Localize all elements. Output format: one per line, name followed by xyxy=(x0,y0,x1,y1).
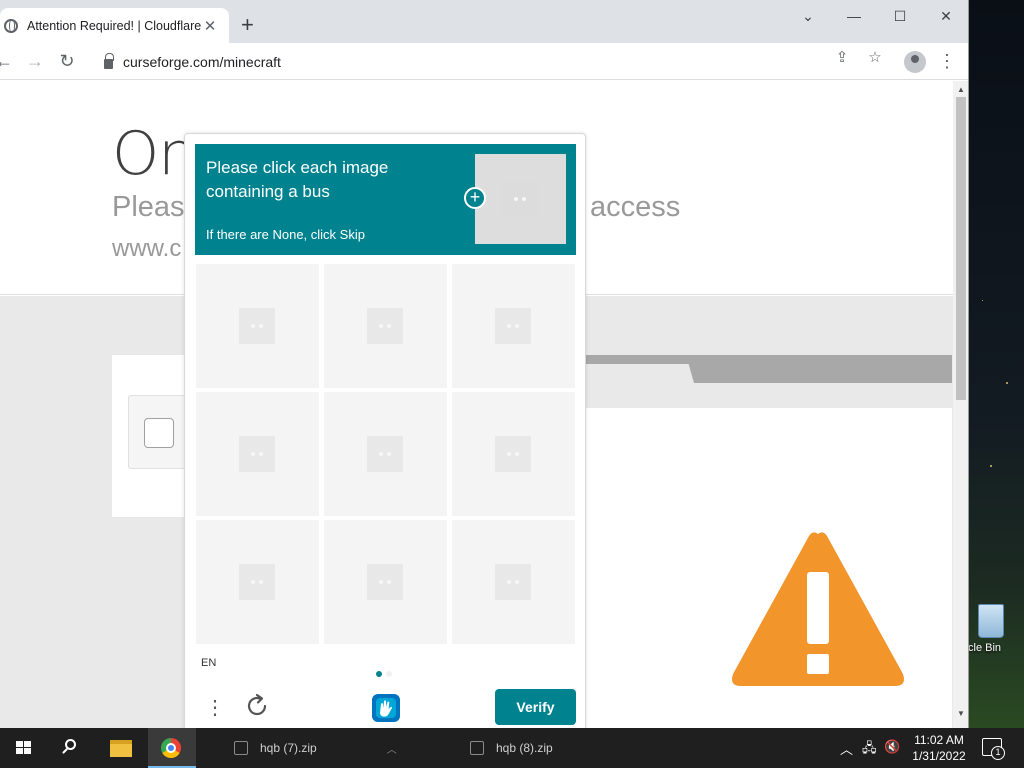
image-loading-icon xyxy=(495,436,531,472)
image-loading-icon xyxy=(239,564,275,600)
tab-close-icon[interactable]: ✕ xyxy=(203,17,217,35)
bookmark-star-icon[interactable]: ☆ xyxy=(865,48,885,68)
forward-arrow-icon[interactable]: → xyxy=(23,49,47,73)
grid-cell-9[interactable] xyxy=(452,520,575,644)
chrome-icon xyxy=(161,738,181,758)
zoom-plus-icon[interactable]: + xyxy=(464,187,486,209)
file-explorer-button[interactable] xyxy=(98,728,146,768)
chevron-up-icon[interactable]: ︿ xyxy=(387,741,397,756)
scroll-up-icon[interactable]: ▲ xyxy=(957,85,965,94)
minimize-button[interactable]: — xyxy=(831,4,877,28)
profile-avatar-icon[interactable] xyxy=(904,51,926,73)
notification-center-icon[interactable]: 1 xyxy=(982,738,1005,760)
warning-icon xyxy=(732,532,904,686)
challenge-hint: If there are None, click Skip xyxy=(206,227,365,242)
challenge-question: Please click each image containing a bus xyxy=(206,158,389,201)
page-subtitle-right: access xyxy=(590,191,681,223)
browser-toolbar: ← → ↻ curseforge.com/minecraft ⇪ ☆ ⋮ xyxy=(0,43,968,80)
human-checkbox[interactable] xyxy=(144,418,174,448)
grid-cell-8[interactable] xyxy=(324,520,447,644)
image-loading-icon xyxy=(367,436,403,472)
grid-cell-7[interactable] xyxy=(196,520,319,644)
captcha-menu-icon[interactable]: ⋮ xyxy=(205,694,225,722)
windows-taskbar: hqb (7).zip ︿ hqb (8).zip ︿ 🖧 🔇 11:02 AM… xyxy=(0,728,1024,768)
close-window-button[interactable]: ✕ xyxy=(923,4,968,28)
recycle-bin-label: cle Bin xyxy=(968,642,1002,654)
diagram-tab xyxy=(586,364,694,383)
lock-icon[interactable] xyxy=(104,53,114,69)
start-button[interactable] xyxy=(0,728,48,768)
page-dot-active xyxy=(376,671,382,677)
grid-cell-6[interactable] xyxy=(452,392,575,516)
recycle-bin-icon[interactable]: cle Bin xyxy=(966,600,1024,670)
page-domain: www.c xyxy=(112,235,182,262)
image-loading-icon xyxy=(367,308,403,344)
url-text: curseforge.com/minecraft xyxy=(123,54,281,70)
taskbar-file-label: hqb (8).zip xyxy=(496,741,553,755)
page-heading: On xyxy=(112,119,196,189)
language-selector[interactable]: EN xyxy=(201,657,216,669)
folder-icon xyxy=(110,740,132,757)
hcaptcha-logo-icon xyxy=(372,694,400,722)
page-scrollbar[interactable]: ▲ ▼ xyxy=(953,81,968,728)
taskbar-file-label: hqb (7).zip xyxy=(260,741,317,755)
tray-expand-icon[interactable]: ︿ xyxy=(840,739,853,758)
image-loading-icon xyxy=(495,564,531,600)
example-image[interactable] xyxy=(475,154,566,244)
challenge-prompt: Please click each image containing a bus… xyxy=(195,144,576,255)
verify-button[interactable]: Verify xyxy=(495,689,576,725)
tab-search-button[interactable]: ⌄ xyxy=(785,4,831,28)
chrome-taskbar-button[interactable] xyxy=(148,728,196,768)
refresh-challenge-icon[interactable] xyxy=(243,692,271,720)
windows-logo-icon xyxy=(16,741,32,755)
zip-file-icon xyxy=(234,741,248,755)
image-loading-icon xyxy=(239,308,275,344)
tab-title: Attention Required! | Cloudflare xyxy=(27,18,202,33)
image-grid xyxy=(196,264,577,645)
grid-cell-2[interactable] xyxy=(324,264,447,388)
chrome-menu-icon[interactable]: ⋮ xyxy=(938,49,956,73)
share-icon[interactable]: ⇪ xyxy=(832,48,852,68)
scrollbar-thumb[interactable] xyxy=(956,97,966,400)
volume-muted-icon[interactable]: 🔇 xyxy=(884,739,900,755)
browser-tab[interactable]: Attention Required! | Cloudflare ✕ xyxy=(0,8,229,43)
hcaptcha-challenge: Please click each image containing a bus… xyxy=(184,133,586,733)
search-icon xyxy=(65,739,76,750)
new-tab-button[interactable]: + xyxy=(241,12,254,38)
page-indicator xyxy=(376,664,396,682)
taskbar-clock[interactable]: 11:02 AM 1/31/2022 xyxy=(908,732,970,764)
scroll-down-icon[interactable]: ▼ xyxy=(957,709,965,718)
image-loading-icon xyxy=(239,436,275,472)
network-icon[interactable]: 🖧 xyxy=(862,739,877,761)
globe-icon xyxy=(4,18,18,33)
image-loading-icon xyxy=(502,181,538,217)
maximize-button[interactable]: ☐ xyxy=(877,4,923,28)
reload-icon[interactable]: ↻ xyxy=(55,49,79,73)
clock-date: 1/31/2022 xyxy=(912,749,966,763)
grid-cell-1[interactable] xyxy=(196,264,319,388)
grid-cell-4[interactable] xyxy=(196,392,319,516)
address-bar[interactable]: curseforge.com/minecraft xyxy=(90,48,958,76)
image-loading-icon xyxy=(367,564,403,600)
clock-time: 11:02 AM xyxy=(914,733,964,747)
taskbar-file-item-1[interactable]: hqb (7).zip ︿ xyxy=(234,728,397,768)
grid-cell-3[interactable] xyxy=(452,264,575,388)
taskbar-file-item-2[interactable]: hqb (8).zip xyxy=(470,728,553,768)
title-bar: Attention Required! | Cloudflare ✕ + ⌄ —… xyxy=(0,0,968,43)
back-arrow-icon[interactable]: ← xyxy=(0,49,16,73)
page-dot xyxy=(386,671,392,677)
grid-cell-5[interactable] xyxy=(324,392,447,516)
image-loading-icon xyxy=(495,308,531,344)
taskbar-search-button[interactable] xyxy=(48,728,96,768)
notification-count: 1 xyxy=(991,746,1005,760)
zip-file-icon xyxy=(470,741,484,755)
